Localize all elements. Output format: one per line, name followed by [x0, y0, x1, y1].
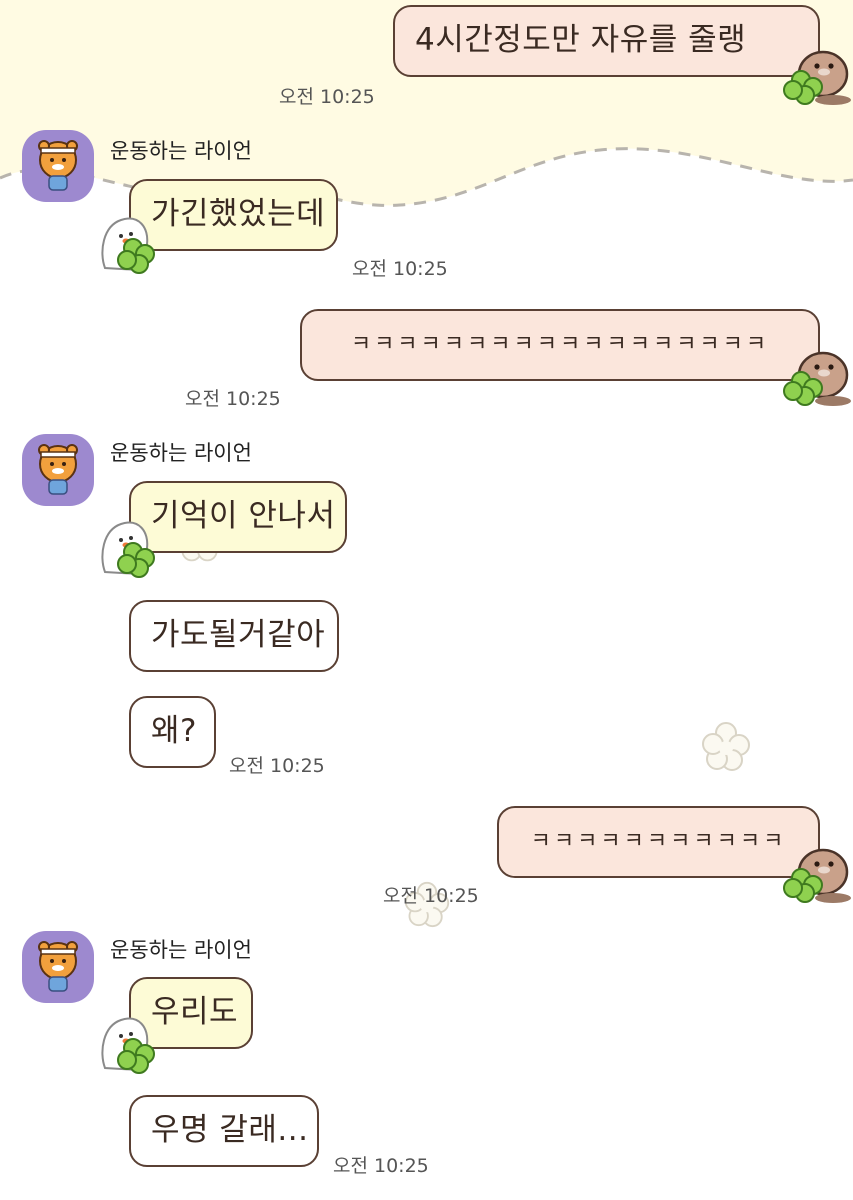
- white-ghost-clover-icon: [95, 512, 165, 580]
- friend-message-bubble[interactable]: 우명 갈래...: [129, 1095, 319, 1167]
- my-message-bubble[interactable]: 4시간정도만 자유를 줄랭: [393, 5, 820, 77]
- message-timestamp: 오전 10:25: [279, 86, 375, 108]
- message-timestamp: 오전 10:25: [229, 755, 325, 777]
- message-timestamp: 오전 10:25: [185, 388, 281, 410]
- sender-name: 운동하는 라이언: [110, 441, 252, 465]
- white-ghost-clover-icon: [95, 208, 165, 276]
- message-timestamp: 오전 10:25: [383, 885, 479, 907]
- ryan-running-avatar[interactable]: [22, 434, 94, 506]
- sea-lion-clover-icon: [781, 840, 853, 904]
- message-timestamp: 오전 10:25: [333, 1155, 429, 1177]
- my-message-bubble[interactable]: ㅋㅋㅋㅋㅋㅋㅋㅋㅋㅋㅋ: [497, 806, 820, 878]
- ryan-running-avatar[interactable]: [22, 931, 94, 1003]
- sea-lion-clover-icon: [781, 42, 853, 106]
- friend-message-bubble[interactable]: 왜?: [129, 696, 216, 768]
- white-ghost-clover-icon: [95, 1008, 165, 1076]
- sea-lion-clover-icon: [781, 343, 853, 407]
- my-message-bubble[interactable]: ㅋㅋㅋㅋㅋㅋㅋㅋㅋㅋㅋㅋㅋㅋㅋㅋㅋㅋ: [300, 309, 820, 381]
- message-timestamp: 오전 10:25: [352, 258, 448, 280]
- sender-name: 운동하는 라이언: [110, 139, 252, 163]
- friend-message-bubble[interactable]: 가도될거같아: [129, 600, 339, 672]
- flower-icon: [700, 720, 752, 772]
- ryan-running-avatar[interactable]: [22, 130, 94, 202]
- sender-name: 운동하는 라이언: [110, 938, 252, 962]
